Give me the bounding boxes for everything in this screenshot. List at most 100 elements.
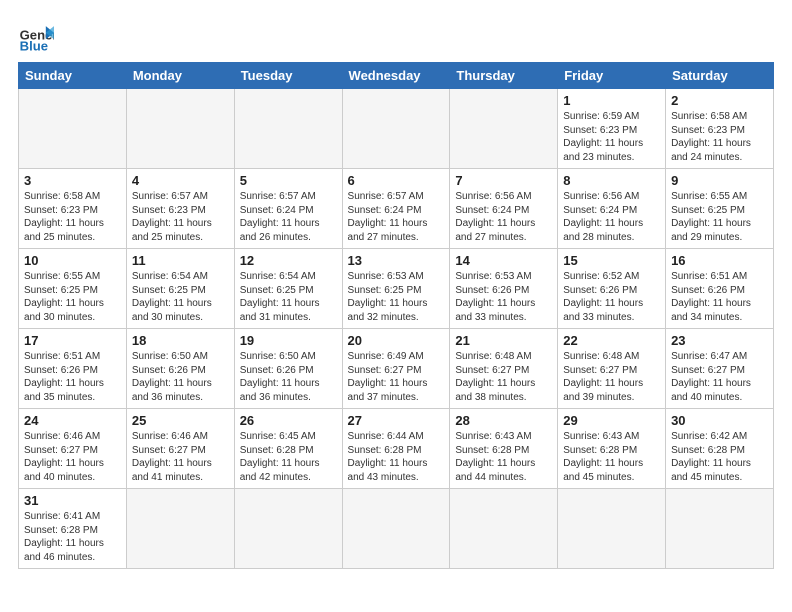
day-number: 9 [671, 173, 768, 188]
day-cell: 16Sunrise: 6:51 AM Sunset: 6:26 PM Dayli… [666, 249, 774, 329]
day-cell: 31Sunrise: 6:41 AM Sunset: 6:28 PM Dayli… [19, 489, 127, 569]
day-info: Sunrise: 6:56 AM Sunset: 6:24 PM Dayligh… [563, 190, 660, 244]
day-cell: 7 Sunrise: 6:56 AM Sunset: 6:24 PM Daylig… [450, 169, 558, 249]
day-cell: 6 Sunrise: 6:57 AM Sunset: 6:24 PM Daylig… [342, 169, 450, 249]
weekday-friday: Friday [558, 63, 666, 89]
day-cell [558, 489, 666, 569]
day-cell: 17Sunrise: 6:51 AM Sunset: 6:26 PM Dayli… [19, 329, 127, 409]
day-cell: 22Sunrise: 6:48 AM Sunset: 6:27 PM Dayli… [558, 329, 666, 409]
day-cell [450, 89, 558, 169]
weekday-header-row: SundayMondayTuesdayWednesdayThursdayFrid… [19, 63, 774, 89]
day-info: Sunrise: 6:52 AM Sunset: 6:26 PM Dayligh… [563, 270, 660, 324]
day-info: Sunrise: 6:48 AM Sunset: 6:27 PM Dayligh… [455, 350, 552, 404]
day-number: 20 [348, 333, 445, 348]
day-cell [234, 489, 342, 569]
day-number: 25 [132, 413, 229, 428]
day-cell [234, 89, 342, 169]
day-info: Sunrise: 6:46 AM Sunset: 6:27 PM Dayligh… [132, 430, 229, 484]
day-info: Sunrise: 6:54 AM Sunset: 6:25 PM Dayligh… [240, 270, 337, 324]
day-number: 22 [563, 333, 660, 348]
svg-text:Blue: Blue [20, 39, 48, 54]
day-cell: 19 Sunrise: 6:50 AM Sunset: 6:26 PM Dayli… [234, 329, 342, 409]
day-number: 18 [132, 333, 229, 348]
day-info: Sunrise: 6:44 AM Sunset: 6:28 PM Dayligh… [348, 430, 445, 484]
day-number: 19 [240, 333, 337, 348]
day-cell: 26 Sunrise: 6:45 AM Sunset: 6:28 PM Dayli… [234, 409, 342, 489]
day-cell: 27 Sunrise: 6:44 AM Sunset: 6:28 PM Dayli… [342, 409, 450, 489]
day-info: Sunrise: 6:58 AM Sunset: 6:23 PM Dayligh… [671, 110, 768, 164]
week-row-6: 31Sunrise: 6:41 AM Sunset: 6:28 PM Dayli… [19, 489, 774, 569]
day-cell [342, 489, 450, 569]
day-cell: 5 Sunrise: 6:57 AM Sunset: 6:24 PM Daylig… [234, 169, 342, 249]
week-row-3: 10 Sunrise: 6:55 AM Sunset: 6:25 PM Dayli… [19, 249, 774, 329]
day-number: 24 [24, 413, 121, 428]
day-cell: 14 Sunrise: 6:53 AM Sunset: 6:26 PM Dayli… [450, 249, 558, 329]
day-info: Sunrise: 6:55 AM Sunset: 6:25 PM Dayligh… [671, 190, 768, 244]
day-number: 3 [24, 173, 121, 188]
day-info: Sunrise: 6:51 AM Sunset: 6:26 PM Dayligh… [24, 350, 121, 404]
day-cell: 2 Sunrise: 6:58 AM Sunset: 6:23 PM Daylig… [666, 89, 774, 169]
day-number: 23 [671, 333, 768, 348]
day-cell [126, 489, 234, 569]
day-info: Sunrise: 6:43 AM Sunset: 6:28 PM Dayligh… [563, 430, 660, 484]
day-number: 16 [671, 253, 768, 268]
day-number: 2 [671, 93, 768, 108]
day-number: 5 [240, 173, 337, 188]
day-info: Sunrise: 6:59 AM Sunset: 6:23 PM Dayligh… [563, 110, 660, 164]
day-number: 12 [240, 253, 337, 268]
weekday-monday: Monday [126, 63, 234, 89]
day-cell [19, 89, 127, 169]
day-number: 27 [348, 413, 445, 428]
day-cell: 8Sunrise: 6:56 AM Sunset: 6:24 PM Daylig… [558, 169, 666, 249]
day-cell: 3 Sunrise: 6:58 AM Sunset: 6:23 PM Daylig… [19, 169, 127, 249]
week-row-4: 17Sunrise: 6:51 AM Sunset: 6:26 PM Dayli… [19, 329, 774, 409]
day-info: Sunrise: 6:55 AM Sunset: 6:25 PM Dayligh… [24, 270, 121, 324]
day-number: 6 [348, 173, 445, 188]
day-info: Sunrise: 6:45 AM Sunset: 6:28 PM Dayligh… [240, 430, 337, 484]
day-cell: 18 Sunrise: 6:50 AM Sunset: 6:26 PM Dayli… [126, 329, 234, 409]
day-info: Sunrise: 6:53 AM Sunset: 6:26 PM Dayligh… [455, 270, 552, 324]
day-number: 14 [455, 253, 552, 268]
day-info: Sunrise: 6:47 AM Sunset: 6:27 PM Dayligh… [671, 350, 768, 404]
day-info: Sunrise: 6:49 AM Sunset: 6:27 PM Dayligh… [348, 350, 445, 404]
day-cell: 21 Sunrise: 6:48 AM Sunset: 6:27 PM Dayli… [450, 329, 558, 409]
week-row-5: 24 Sunrise: 6:46 AM Sunset: 6:27 PM Dayli… [19, 409, 774, 489]
day-number: 10 [24, 253, 121, 268]
day-info: Sunrise: 6:57 AM Sunset: 6:24 PM Dayligh… [240, 190, 337, 244]
day-cell: 13 Sunrise: 6:53 AM Sunset: 6:25 PM Dayli… [342, 249, 450, 329]
day-info: Sunrise: 6:58 AM Sunset: 6:23 PM Dayligh… [24, 190, 121, 244]
weekday-tuesday: Tuesday [234, 63, 342, 89]
day-info: Sunrise: 6:43 AM Sunset: 6:28 PM Dayligh… [455, 430, 552, 484]
week-row-1: 1Sunrise: 6:59 AM Sunset: 6:23 PM Daylig… [19, 89, 774, 169]
day-number: 13 [348, 253, 445, 268]
day-cell: 12 Sunrise: 6:54 AM Sunset: 6:25 PM Dayli… [234, 249, 342, 329]
day-info: Sunrise: 6:57 AM Sunset: 6:24 PM Dayligh… [348, 190, 445, 244]
day-cell: 4Sunrise: 6:57 AM Sunset: 6:23 PM Daylig… [126, 169, 234, 249]
day-number: 26 [240, 413, 337, 428]
day-number: 15 [563, 253, 660, 268]
day-number: 30 [671, 413, 768, 428]
day-info: Sunrise: 6:42 AM Sunset: 6:28 PM Dayligh… [671, 430, 768, 484]
day-number: 21 [455, 333, 552, 348]
day-number: 7 [455, 173, 552, 188]
day-number: 4 [132, 173, 229, 188]
calendar-table: SundayMondayTuesdayWednesdayThursdayFrid… [18, 62, 774, 569]
day-info: Sunrise: 6:41 AM Sunset: 6:28 PM Dayligh… [24, 510, 121, 564]
day-cell: 24Sunrise: 6:46 AM Sunset: 6:27 PM Dayli… [19, 409, 127, 489]
weekday-saturday: Saturday [666, 63, 774, 89]
logo-icon: General Blue [18, 18, 54, 54]
day-number: 28 [455, 413, 552, 428]
page-header: General Blue [18, 18, 774, 54]
day-cell: 28 Sunrise: 6:43 AM Sunset: 6:28 PM Dayli… [450, 409, 558, 489]
day-info: Sunrise: 6:54 AM Sunset: 6:25 PM Dayligh… [132, 270, 229, 324]
day-cell: 30 Sunrise: 6:42 AM Sunset: 6:28 PM Dayli… [666, 409, 774, 489]
day-cell [666, 489, 774, 569]
day-cell: 15 Sunrise: 6:52 AM Sunset: 6:26 PM Dayli… [558, 249, 666, 329]
day-info: Sunrise: 6:53 AM Sunset: 6:25 PM Dayligh… [348, 270, 445, 324]
day-cell: 10 Sunrise: 6:55 AM Sunset: 6:25 PM Dayli… [19, 249, 127, 329]
day-info: Sunrise: 6:50 AM Sunset: 6:26 PM Dayligh… [132, 350, 229, 404]
day-info: Sunrise: 6:50 AM Sunset: 6:26 PM Dayligh… [240, 350, 337, 404]
day-cell [450, 489, 558, 569]
day-info: Sunrise: 6:56 AM Sunset: 6:24 PM Dayligh… [455, 190, 552, 244]
weekday-wednesday: Wednesday [342, 63, 450, 89]
